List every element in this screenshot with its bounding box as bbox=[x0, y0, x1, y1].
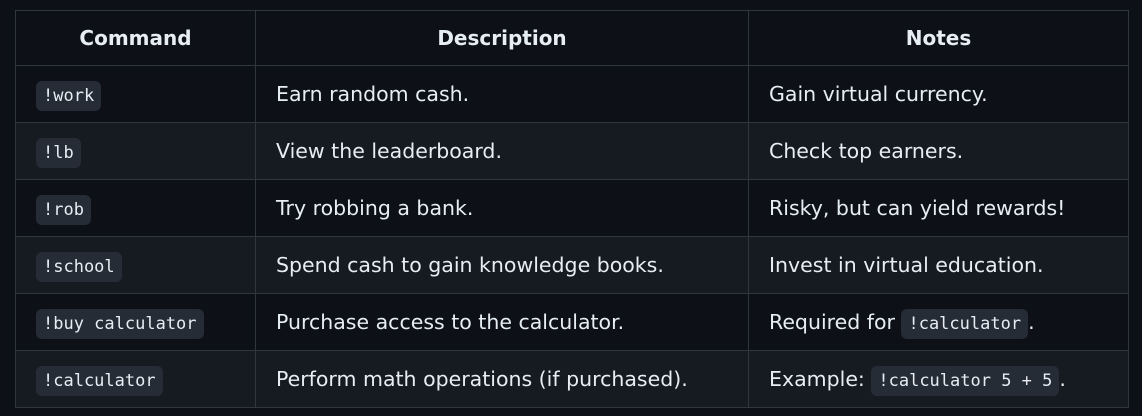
table-row: !school Spend cash to gain knowledge boo… bbox=[15, 236, 1129, 294]
command-code: !buy calculator bbox=[36, 309, 204, 339]
header-command: Command bbox=[15, 10, 256, 66]
notes-text: Check top earners. bbox=[769, 139, 964, 163]
commands-table: Command Description Notes !work Earn ran… bbox=[15, 10, 1129, 408]
notes-cell: Risky, but can yield rewards! bbox=[748, 179, 1129, 237]
header-description: Description bbox=[255, 10, 749, 66]
table-row: !lb View the leaderboard. Check top earn… bbox=[15, 122, 1129, 180]
header-notes: Notes bbox=[748, 10, 1129, 66]
description-cell: View the leaderboard. bbox=[255, 122, 749, 180]
command-cell: !school bbox=[15, 236, 256, 294]
notes-cell: Invest in virtual education. bbox=[748, 236, 1129, 294]
command-code: !calculator bbox=[36, 366, 163, 396]
notes-cell: Gain virtual currency. bbox=[748, 65, 1129, 123]
notes-text: Required for bbox=[769, 310, 902, 334]
commands-table-container: Command Description Notes !work Earn ran… bbox=[15, 10, 1129, 408]
command-code: !work bbox=[36, 81, 102, 111]
command-cell: !calculator bbox=[15, 350, 256, 408]
notes-cell: Required for !calculator. bbox=[748, 293, 1129, 351]
notes-text: Risky, but can yield rewards! bbox=[769, 196, 1066, 220]
description-cell: Try robbing a bank. bbox=[255, 179, 749, 237]
description-cell: Perform math operations (if purchased). bbox=[255, 350, 749, 408]
description-cell: Purchase access to the calculator. bbox=[255, 293, 749, 351]
notes-cell: Check top earners. bbox=[748, 122, 1129, 180]
command-code: !school bbox=[36, 252, 122, 282]
table-body: !work Earn random cash. Gain virtual cur… bbox=[15, 65, 1129, 408]
header-row: Command Description Notes bbox=[15, 10, 1129, 66]
table-header: Command Description Notes bbox=[15, 10, 1129, 66]
notes-text: Example: bbox=[769, 367, 872, 391]
command-code: !lb bbox=[36, 138, 81, 168]
notes-suffix: . bbox=[1059, 367, 1066, 391]
command-cell: !lb bbox=[15, 122, 256, 180]
description-cell: Earn random cash. bbox=[255, 65, 749, 123]
command-cell: !rob bbox=[15, 179, 256, 237]
table-row: !buy calculator Purchase access to the c… bbox=[15, 293, 1129, 351]
command-cell: !work bbox=[15, 65, 256, 123]
notes-cell: Example: !calculator 5 + 5. bbox=[748, 350, 1129, 408]
notes-code: !calculator 5 + 5 bbox=[871, 366, 1060, 396]
command-code: !rob bbox=[36, 195, 91, 225]
notes-text: Gain virtual currency. bbox=[769, 82, 988, 106]
notes-text: Invest in virtual education. bbox=[769, 253, 1044, 277]
table-row: !rob Try robbing a bank. Risky, but can … bbox=[15, 179, 1129, 237]
command-cell: !buy calculator bbox=[15, 293, 256, 351]
notes-suffix: . bbox=[1028, 310, 1035, 334]
table-row: !work Earn random cash. Gain virtual cur… bbox=[15, 65, 1129, 123]
description-cell: Spend cash to gain knowledge books. bbox=[255, 236, 749, 294]
table-row: !calculator Perform math operations (if … bbox=[15, 350, 1129, 408]
notes-code: !calculator bbox=[901, 309, 1029, 339]
